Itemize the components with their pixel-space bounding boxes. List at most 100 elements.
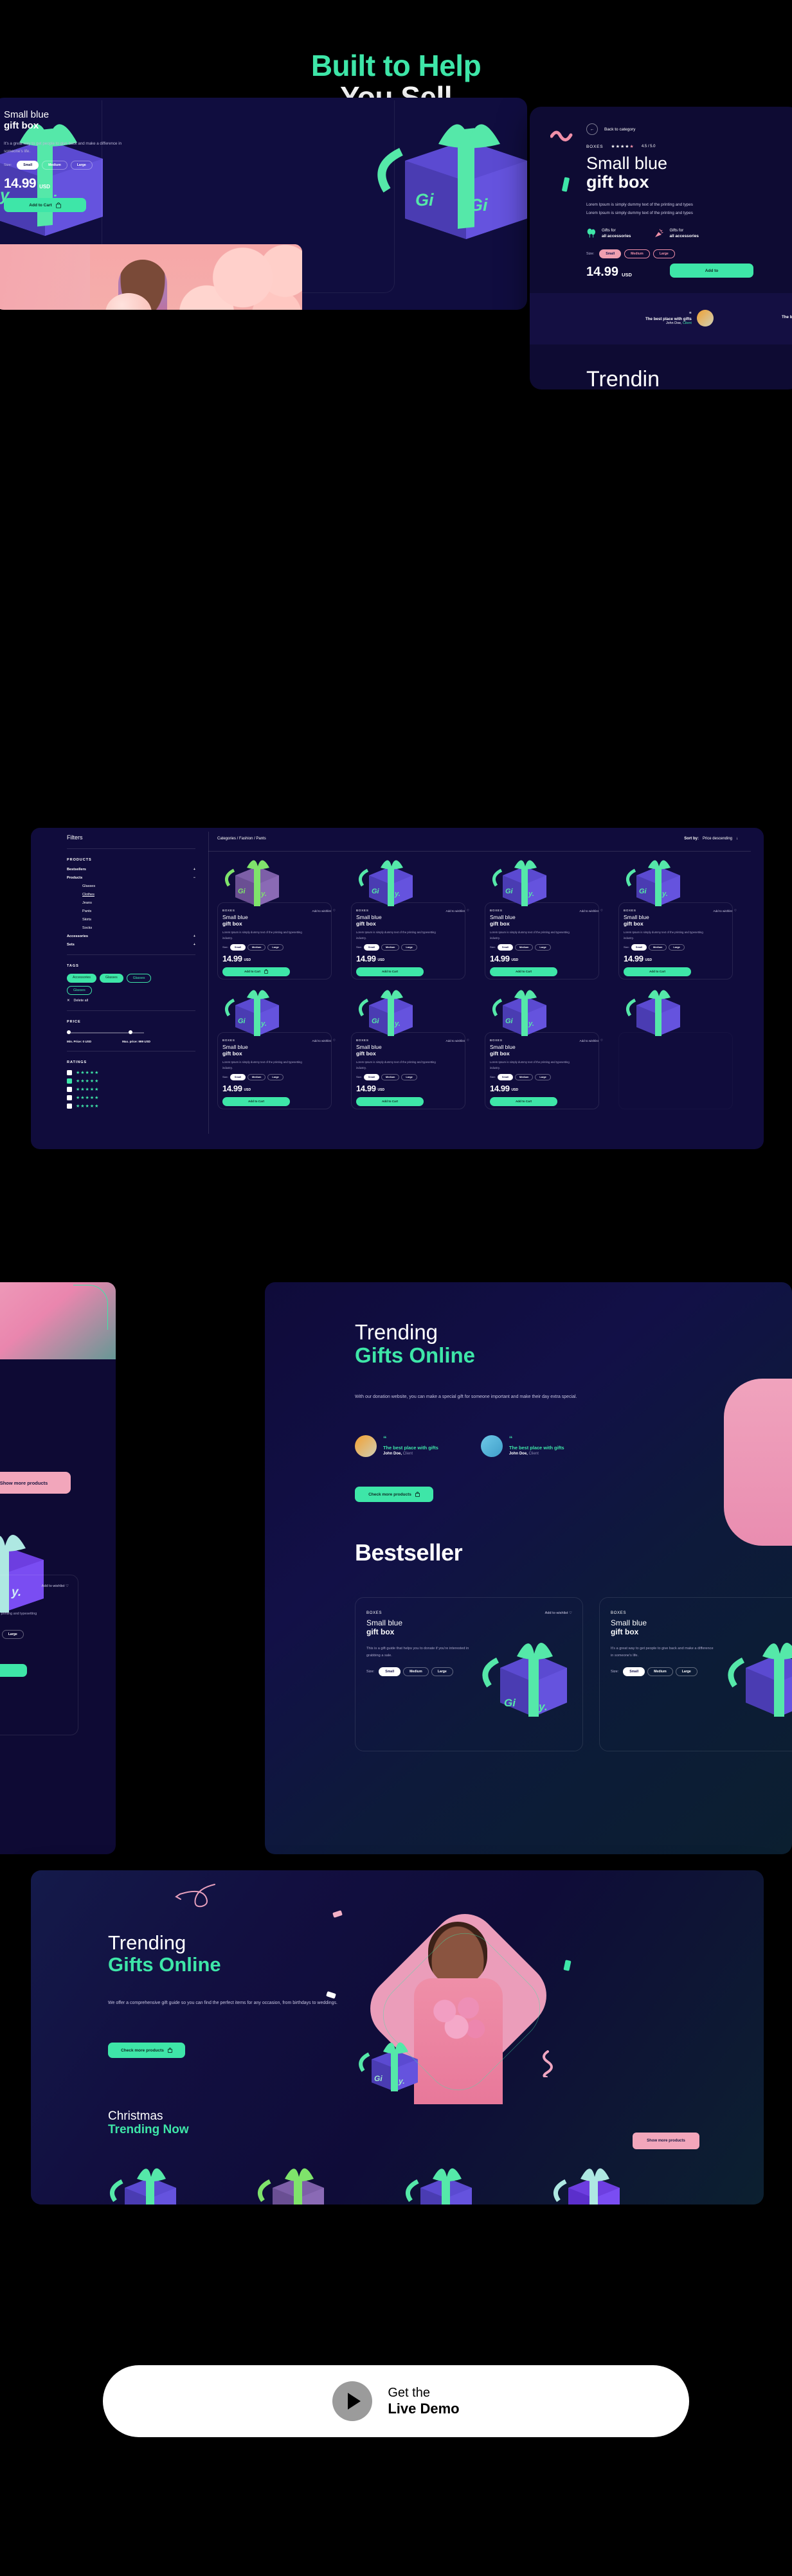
size-option-small[interactable]: Small: [497, 944, 514, 951]
size-option-large[interactable]: Large: [535, 944, 551, 951]
size-option-large[interactable]: Large: [1, 1629, 24, 1639]
expand-icon[interactable]: +: [194, 868, 195, 872]
size-option-large[interactable]: Large: [431, 1667, 453, 1677]
add-to-cart-button[interactable]: Add to: [670, 264, 753, 278]
rating-checkbox[interactable]: [67, 1104, 72, 1109]
screenshot-product-detail-large[interactable]: ← Back to category BOXES ★ ★ ★ ★ ★ 4.5 / 5.0…: [530, 107, 792, 389]
size-option-medium[interactable]: Medium: [624, 249, 650, 258]
size-option-small[interactable]: Small: [623, 1667, 645, 1677]
size-option-large[interactable]: Large: [401, 1073, 417, 1080]
filter-item-glasses[interactable]: Glasses: [82, 884, 195, 888]
size-option-small[interactable]: Small: [631, 944, 647, 951]
size-option-small[interactable]: Small: [363, 1073, 380, 1080]
size-selector[interactable]: Size: Small Medium Large: [222, 944, 336, 951]
slider-handle-max[interactable]: [129, 1030, 132, 1034]
product-card[interactable]: Gi y. BOXES Add to wishlist ♡ Small blue…: [485, 988, 607, 1111]
rating-checkbox[interactable]: [67, 1095, 72, 1100]
add-to-wishlist-button[interactable]: Add to wishlist ♡: [446, 909, 470, 913]
filter-group-accessories[interactable]: Accessories +: [67, 935, 195, 938]
size-option-large[interactable]: Large: [675, 1667, 698, 1677]
add-to-cart-button[interactable]: Add to Cart: [624, 967, 691, 976]
filter-item-pants[interactable]: Pants: [82, 909, 195, 913]
check-more-products-button[interactable]: Check more products: [355, 1487, 433, 1502]
filter-group-bestsellers[interactable]: Bestsellers +: [67, 868, 195, 872]
add-to-cart-button[interactable]: Add to Cart: [356, 1096, 424, 1106]
product-card[interactable]: Gi y. BOXES Add to wishlist ♡ Small blue…: [618, 859, 741, 981]
delete-all-tags-button[interactable]: ✕ Delete all: [67, 999, 195, 1003]
size-option-small[interactable]: Small: [497, 1073, 514, 1080]
check-more-products-button[interactable]: Check more products: [108, 2043, 185, 2058]
add-to-wishlist-button[interactable]: Add to wishlist ♡: [580, 909, 604, 913]
xmas-product[interactable]: Gi y.: [249, 2157, 346, 2205]
size-option-small[interactable]: Small: [379, 1667, 401, 1677]
filter-item-jeans[interactable]: Jeans: [82, 901, 195, 905]
size-option-medium[interactable]: Medium: [403, 1667, 429, 1677]
show-more-products-button[interactable]: Show more products: [633, 2133, 699, 2149]
xmas-product[interactable]: Gi y.: [102, 2157, 198, 2205]
screenshot-product-left[interactable]: Show more products Gi y. BOXES Add to wi…: [0, 1282, 116, 1854]
size-option-medium[interactable]: Medium: [515, 944, 534, 951]
tag-chip[interactable]: Accessories: [67, 974, 96, 983]
add-to-cart-button[interactable]: Add to Cart: [4, 198, 86, 212]
product-card[interactable]: Gi y. BOXES Add to wishlist ♡ Small blue…: [217, 859, 339, 981]
add-to-wishlist-button[interactable]: Add to wishlist ♡: [42, 1584, 69, 1588]
add-to-wishlist-button[interactable]: Add to wishlist ♡: [580, 1039, 604, 1042]
size-option-medium[interactable]: Medium: [248, 1073, 266, 1080]
size-option-medium[interactable]: Medium: [248, 944, 266, 951]
size-option-medium[interactable]: Medium: [647, 1667, 673, 1677]
xmas-product[interactable]: Gi y.: [545, 2157, 642, 2205]
size-selector[interactable]: Size: Small Medium Large: [624, 944, 737, 951]
size-selector[interactable]: Size: Small Medium Large: [222, 1073, 336, 1080]
add-to-wishlist-button[interactable]: Add to wishlist ♡: [446, 1039, 470, 1042]
filter-group-sets[interactable]: Sets +: [67, 943, 195, 947]
add-to-cart-button[interactable]: Add to Cart: [222, 1096, 290, 1106]
product-card[interactable]: Gi y. BOXES Add to wishlist ♡ Small blue…: [351, 859, 473, 981]
filter-item-clothes[interactable]: Clothes: [82, 893, 195, 897]
size-selector[interactable]: Size: Small Medium Large: [586, 249, 675, 258]
tag-chip[interactable]: Glasses: [67, 986, 92, 995]
size-option-large[interactable]: Large: [401, 944, 417, 951]
rating-filter-row[interactable]: ★★★★★: [67, 1104, 195, 1109]
add-to-cart-button[interactable]: Add to Cart: [0, 1663, 27, 1677]
size-option-small[interactable]: Small: [363, 944, 380, 951]
size-selector[interactable]: Size: Small Medium Large: [4, 161, 93, 170]
add-to-cart-button[interactable]: Add to Cart: [490, 1096, 557, 1106]
add-to-wishlist-button[interactable]: Add to wishlist ♡: [312, 1039, 336, 1042]
rating-filter-row[interactable]: ★★★★★: [67, 1095, 195, 1100]
sort-control[interactable]: Sort by: Price descending ↓: [684, 837, 738, 841]
tag-chip[interactable]: Glasses: [99, 974, 123, 983]
size-option-large[interactable]: Large: [267, 1073, 284, 1080]
size-selector[interactable]: Size: Small Medium Large: [490, 1073, 603, 1080]
size-option-medium[interactable]: Medium: [649, 944, 667, 951]
add-to-wishlist-button[interactable]: Add to wishlist ♡: [312, 909, 336, 913]
size-option-large[interactable]: Large: [267, 944, 284, 951]
rating-filter-row[interactable]: ★★★★★: [67, 1078, 195, 1084]
sort-arrow-icon[interactable]: ↓: [736, 837, 738, 841]
pink-promo-banner[interactable]: Gifts: ven onations. This website can be…: [0, 244, 302, 310]
rating-checkbox[interactable]: [67, 1070, 72, 1075]
screenshot-christmas[interactable]: Trending Gifts Online We offer a compreh…: [31, 1870, 764, 2205]
product-card[interactable]: [618, 988, 741, 1111]
add-to-wishlist-button[interactable]: Add to wishlist ♡: [545, 1611, 572, 1615]
filter-group-products[interactable]: Products −: [67, 876, 195, 880]
size-selector[interactable]: Size: Small Medium Large: [0, 1629, 78, 1639]
back-to-category-link[interactable]: ← Back to category: [586, 123, 635, 135]
screenshot-catalog[interactable]: Filters PRODUCTS Bestsellers + Products …: [31, 828, 764, 1149]
size-option-medium[interactable]: Medium: [515, 1073, 534, 1080]
size-option-large[interactable]: Large: [669, 944, 685, 951]
screenshot-product-detail-small[interactable]: y. Gi Small blue gift box It's a great w…: [0, 98, 527, 310]
add-to-wishlist-button[interactable]: Add to wishlist ♡: [714, 909, 737, 913]
size-option-medium[interactable]: Medium: [381, 944, 400, 951]
size-option-large[interactable]: Large: [70, 161, 93, 170]
filter-item-skirts[interactable]: Skirts: [82, 918, 195, 922]
add-to-cart-button[interactable]: Add to Cart: [490, 967, 557, 976]
add-to-cart-button[interactable]: Add to Cart: [222, 967, 290, 976]
size-option-small[interactable]: Small: [230, 1073, 246, 1080]
rating-filter-row[interactable]: ★★★★★: [67, 1070, 195, 1075]
size-option-large[interactable]: Large: [535, 1073, 551, 1080]
size-option-small[interactable]: Small: [230, 944, 246, 951]
size-option-medium[interactable]: Medium: [42, 161, 68, 170]
rating-checkbox[interactable]: [67, 1087, 72, 1092]
size-option-small[interactable]: Small: [17, 161, 39, 170]
show-more-products-button[interactable]: Show more products: [0, 1472, 71, 1494]
